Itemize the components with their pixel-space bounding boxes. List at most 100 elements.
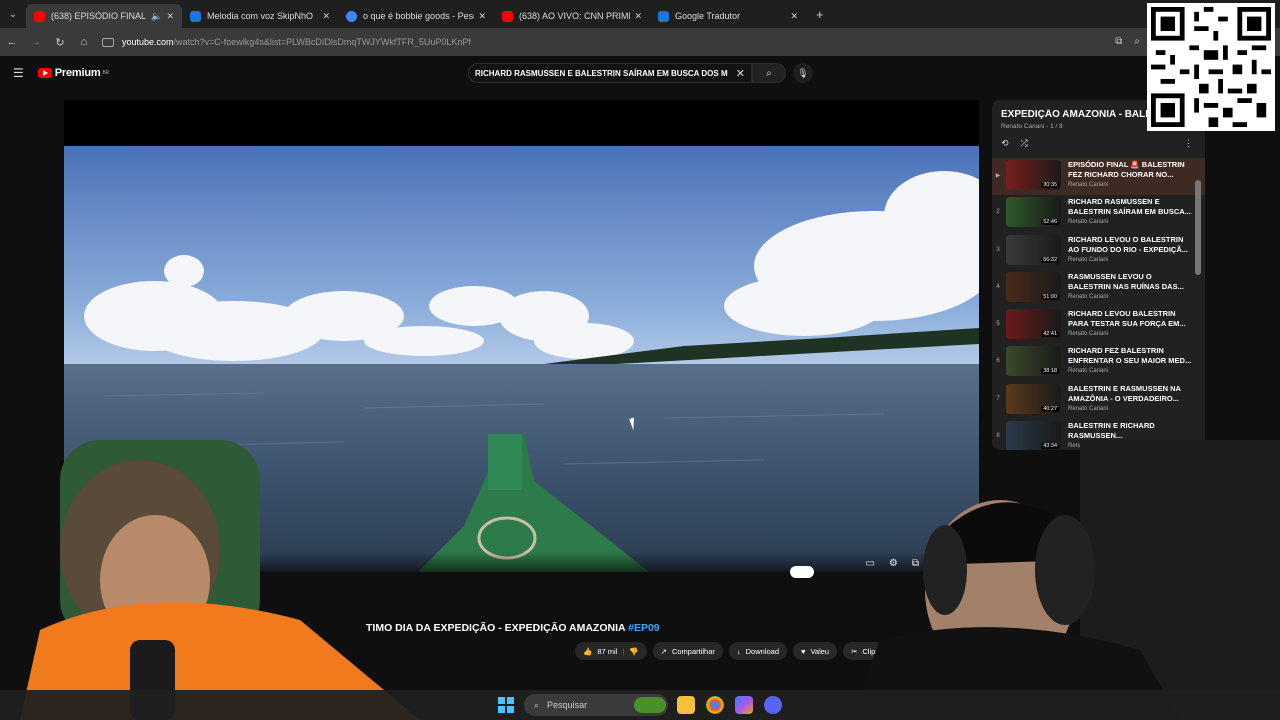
autoplay-toggle[interactable]: [790, 566, 814, 578]
clear-search-icon[interactable]: ✕: [736, 67, 745, 80]
zoom-icon[interactable]: ⌕: [1134, 36, 1140, 47]
playlist-item-duration: 42:41: [1041, 331, 1059, 338]
site-info-icon[interactable]: [102, 37, 114, 47]
windows-start-icon[interactable]: [498, 697, 514, 713]
tab-title: Google Tradutor: [675, 11, 741, 21]
share-label: Compartilhar: [671, 646, 715, 656]
thanks-button[interactable]: ♥ Valeu: [793, 642, 838, 660]
url-host: youtube.com: [122, 37, 174, 47]
share-icon: ↗: [660, 646, 667, 656]
playlist-scrollbar[interactable]: [1195, 180, 1201, 275]
browser-tab[interactable]: o que é bobbie goods - Pesqui ✕: [338, 4, 494, 28]
tab-title: o que é bobbie goods - Pesqui: [363, 11, 475, 21]
search-icon: ⌕: [766, 67, 772, 79]
playlist-item-index: 4: [996, 283, 1000, 290]
install-app-icon[interactable]: ⧉: [1115, 36, 1122, 47]
search-highlight-icon: [634, 697, 666, 713]
playlist-item-channel: Renato Cariani: [1068, 331, 1109, 338]
brand-country: BR: [102, 70, 109, 76]
tab-close-icon[interactable]: ✕: [478, 11, 486, 22]
youtube-favicon-icon: [34, 10, 45, 22]
tab-title: Melodia com voz SkipNhO: [207, 11, 314, 21]
home-icon[interactable]: ⌂: [72, 36, 96, 48]
share-button[interactable]: ↗ Compartilhar: [652, 642, 723, 660]
shuffle-icon[interactable]: ⤮: [1021, 138, 1028, 150]
playlist-item-index: 5: [996, 321, 1000, 328]
download-button[interactable]: ↓ Download: [728, 642, 787, 660]
playlist-item-duration: 38:18: [1041, 368, 1059, 375]
hashtag-link[interactable]: #EP09: [628, 622, 660, 634]
playlist-item-title: RICHARD FEZ BALESTRIN ENFRENTAR O SEU MA…: [1068, 346, 1192, 366]
voice-search-button[interactable]: 🎙: [793, 63, 813, 83]
playlist-item[interactable]: ▶ 30:35 EPISÓDIO FINAL 🚨 BALESTRIN FEZ RIC…: [992, 158, 1205, 196]
playlist-item-thumbnail: 42:41: [1006, 309, 1061, 340]
thanks-label: Valeu: [810, 646, 830, 656]
search-button[interactable]: ⌕: [752, 63, 786, 83]
youtube-header: ☰ Premium BR RICHARD RASMUSSEN E BALESTR…: [0, 56, 1280, 90]
playlist-item-thumbnail: 51:00: [1006, 271, 1061, 302]
playlist-item[interactable]: 6 38:18 RICHARD FEZ BALESTRIN ENFRENTAR O …: [992, 344, 1205, 381]
url-field[interactable]: youtube.com/watch?v=C-foewlkg4s&list=PLW…: [102, 37, 471, 47]
tab-close-icon[interactable]: ✕: [634, 11, 642, 22]
playlist-items: ▶ 30:35 EPISÓDIO FINAL 🚨 BALESTRIN FEZ RIC…: [992, 158, 1205, 450]
tab-close-icon[interactable]: ✕: [790, 11, 798, 22]
loop-icon[interactable]: ⟲: [1001, 138, 1009, 150]
tab-list-chevron-icon[interactable]: ⌄: [0, 0, 26, 28]
back-arrow-icon[interactable]: ←: [0, 36, 24, 48]
new-tab-button[interactable]: +: [816, 7, 824, 22]
tab-close-icon[interactable]: ✕: [322, 11, 330, 22]
copilot-icon[interactable]: [735, 696, 753, 714]
playlist-item-index: ▶: [995, 173, 1001, 179]
playlist-item-index: 7: [996, 395, 1000, 402]
playlist-item-channel: Renato Cariani: [1068, 368, 1109, 375]
playlist-item-channel: Renato Cariani: [1068, 293, 1109, 300]
playlist-item-index: 6: [996, 358, 1000, 365]
browser-tab[interactable]: (638) AO VIVO: CNN PRIME TIM ✕: [494, 4, 650, 28]
hamburger-menu-icon[interactable]: ☰: [13, 66, 24, 80]
qr-code-overlay: [1147, 3, 1275, 131]
playlist-item-index: 8: [996, 433, 1000, 440]
search-input[interactable]: RICHARD RASMUSSEN E BALESTRIN SAÍRAM EM …: [468, 63, 752, 83]
browser-tab[interactable]: Google Tradutor ✕: [650, 4, 806, 28]
taskbar-search-label: Pesquisar: [547, 700, 588, 710]
url-path: /watch?v=C-foewlkg4s&list=PLWBcDIDlsDmqT…: [173, 37, 471, 47]
playlist-item[interactable]: 5 42:41 RICHARD LEVOU BALESTRIN PARA TESTA…: [992, 307, 1205, 344]
playlist-item[interactable]: 4 51:00 RASMUSSEN LEVOU O BALESTRIN NAS RU…: [992, 270, 1205, 307]
tab-title: (638) EPISÓDIO FINAL 🚨 B: [51, 10, 147, 21]
youtube-play-icon: [37, 68, 52, 78]
like-count: 87 mil: [597, 646, 618, 656]
mic-icon: 🎙: [797, 67, 809, 78]
playlist-item-thumbnail: 30:35: [1006, 160, 1061, 190]
chrome-icon[interactable]: [706, 696, 724, 714]
playlist-item[interactable]: 7 40:27 BALESTRIN E RASMUSSEN NA AMAZÔNIA …: [992, 382, 1205, 419]
youtube-favicon-icon: [502, 10, 513, 22]
playlist-item-title: EPISÓDIO FINAL 🚨 BALESTRIN FEZ RICHARD C…: [1068, 160, 1185, 179]
browser-tab[interactable]: (638) EPISÓDIO FINAL 🚨 B 🔈 ✕: [26, 4, 182, 28]
address-bar: ← → ↻ ⌂ youtube.com/watch?v=C-foewlkg4s&…: [0, 28, 1280, 56]
browser-tab[interactable]: Melodia com voz SkipNhO ✕: [182, 4, 338, 28]
playlist-item-channel: Renato Cariani: [1068, 256, 1109, 263]
video-actions: 👍 87 mil | 👎 ↗ Compartilhar ↓ Download ♥ Valeu…: [575, 642, 888, 660]
discord-icon[interactable]: [764, 696, 782, 714]
playlist-panel: EXPEDIÇÃO AMAZONIA - BALESTRIN Renato Ca…: [992, 100, 1205, 450]
speaker-icon[interactable]: 🔈: [151, 11, 162, 22]
tab-close-icon[interactable]: ✕: [166, 11, 174, 22]
playlist-item-index: 2: [996, 209, 1000, 216]
translate-favicon-icon: [658, 10, 669, 22]
playlist-item-title: BALESTRIN E RICHARD RASMUSSEN...: [1068, 421, 1155, 441]
thumbs-down-icon[interactable]: 👎: [629, 647, 638, 656]
playlist-item-channel: Renato Cariani: [1068, 405, 1109, 412]
playlist-item-title: RASMUSSEN LEVOU O BALESTRIN NAS RUÍNAS D…: [1068, 271, 1184, 291]
playlist-item-thumbnail: 56:32: [1006, 234, 1061, 265]
more-options-icon[interactable]: ⋮: [1184, 138, 1193, 149]
forward-arrow-icon[interactable]: →: [24, 36, 48, 48]
like-button[interactable]: 👍 87 mil | 👎: [575, 642, 647, 660]
file-explorer-icon[interactable]: [677, 696, 695, 714]
reload-icon[interactable]: ↻: [48, 36, 72, 49]
playlist-item-channel: Renato Cariani: [1068, 182, 1109, 188]
playlist-item[interactable]: 2 52:46 RICHARD RASMUSSEN E BALESTRIN SAÍR…: [992, 195, 1205, 232]
playlist-item[interactable]: 3 56:32 RICHARD LEVOU O BALESTRIN AO FUNDO…: [992, 233, 1205, 270]
taskbar-search[interactable]: ⌕ Pesquisar: [524, 694, 668, 716]
youtube-logo[interactable]: Premium BR: [37, 67, 109, 79]
playlist-item-duration: 52:46: [1041, 219, 1059, 226]
